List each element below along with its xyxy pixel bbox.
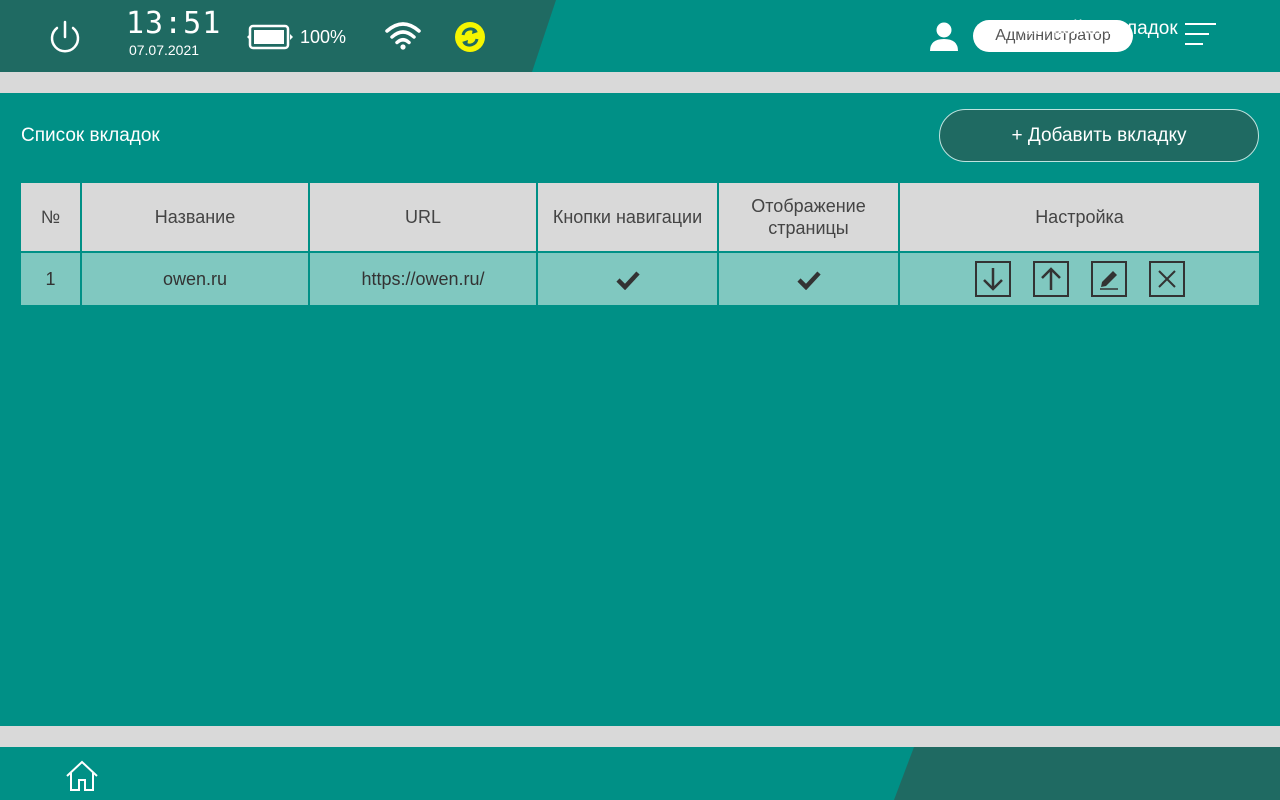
power-button[interactable] bbox=[46, 18, 84, 56]
close-icon bbox=[1157, 270, 1176, 288]
cell-url: https://owen.ru/ bbox=[309, 251, 538, 305]
bottom-separator bbox=[0, 726, 1280, 747]
top-separator bbox=[0, 72, 1280, 93]
header-number: № bbox=[21, 183, 82, 252]
check-icon bbox=[615, 271, 640, 290]
bottom-bar bbox=[0, 747, 1280, 800]
header-url: URL bbox=[309, 183, 538, 252]
sync-button[interactable] bbox=[455, 22, 485, 52]
tabs-table: № Название URL Кнопки навигации Отображе… bbox=[21, 183, 1259, 305]
power-icon bbox=[50, 20, 80, 53]
page-title: Список вкладок bbox=[21, 125, 160, 146]
cell-page-display bbox=[718, 251, 900, 305]
user-icon bbox=[930, 22, 958, 51]
cell-actions bbox=[899, 251, 1259, 305]
cell-name: owen.ru bbox=[81, 251, 310, 305]
header-settings: Настройка bbox=[899, 183, 1259, 252]
cell-number: 1 bbox=[21, 251, 82, 305]
menu-icon bbox=[1185, 23, 1216, 45]
home-button[interactable] bbox=[64, 759, 100, 793]
delete-button[interactable] bbox=[1148, 261, 1185, 297]
clock-time: 13:51 bbox=[126, 6, 222, 41]
wifi-icon bbox=[385, 22, 421, 50]
header-page-display: Отображение страницы bbox=[718, 183, 900, 252]
header-nav-buttons: Кнопки навигации bbox=[537, 183, 719, 252]
cell-nav-buttons bbox=[537, 251, 719, 305]
screen-title: Настройки вкладок bbox=[1009, 18, 1178, 39]
pencil-icon bbox=[1099, 271, 1118, 290]
move-up-button[interactable] bbox=[1032, 261, 1069, 297]
clock: 13:51 07.07.2021 bbox=[126, 6, 222, 59]
clock-date: 07.07.2021 bbox=[128, 42, 200, 58]
battery-icon bbox=[247, 24, 293, 50]
add-tab-button[interactable]: + Добавить вкладку bbox=[939, 109, 1259, 162]
check-icon bbox=[796, 271, 821, 290]
battery-percent: 100% bbox=[300, 27, 347, 47]
home-icon bbox=[66, 760, 98, 791]
header-name: Название bbox=[81, 183, 310, 252]
menu-button[interactable] bbox=[1182, 20, 1218, 52]
arrow-down-icon bbox=[982, 268, 1003, 291]
sync-icon bbox=[455, 22, 485, 52]
bottom-title-panel bbox=[894, 747, 1280, 800]
table-header-row: № Название URL Кнопки навигации Отображе… bbox=[21, 183, 1259, 252]
arrow-up-icon bbox=[1040, 267, 1061, 290]
edit-button[interactable] bbox=[1090, 261, 1127, 297]
move-down-button[interactable] bbox=[974, 261, 1011, 297]
table-row[interactable]: 1 owen.ru https://owen.ru/ bbox=[21, 251, 1259, 305]
